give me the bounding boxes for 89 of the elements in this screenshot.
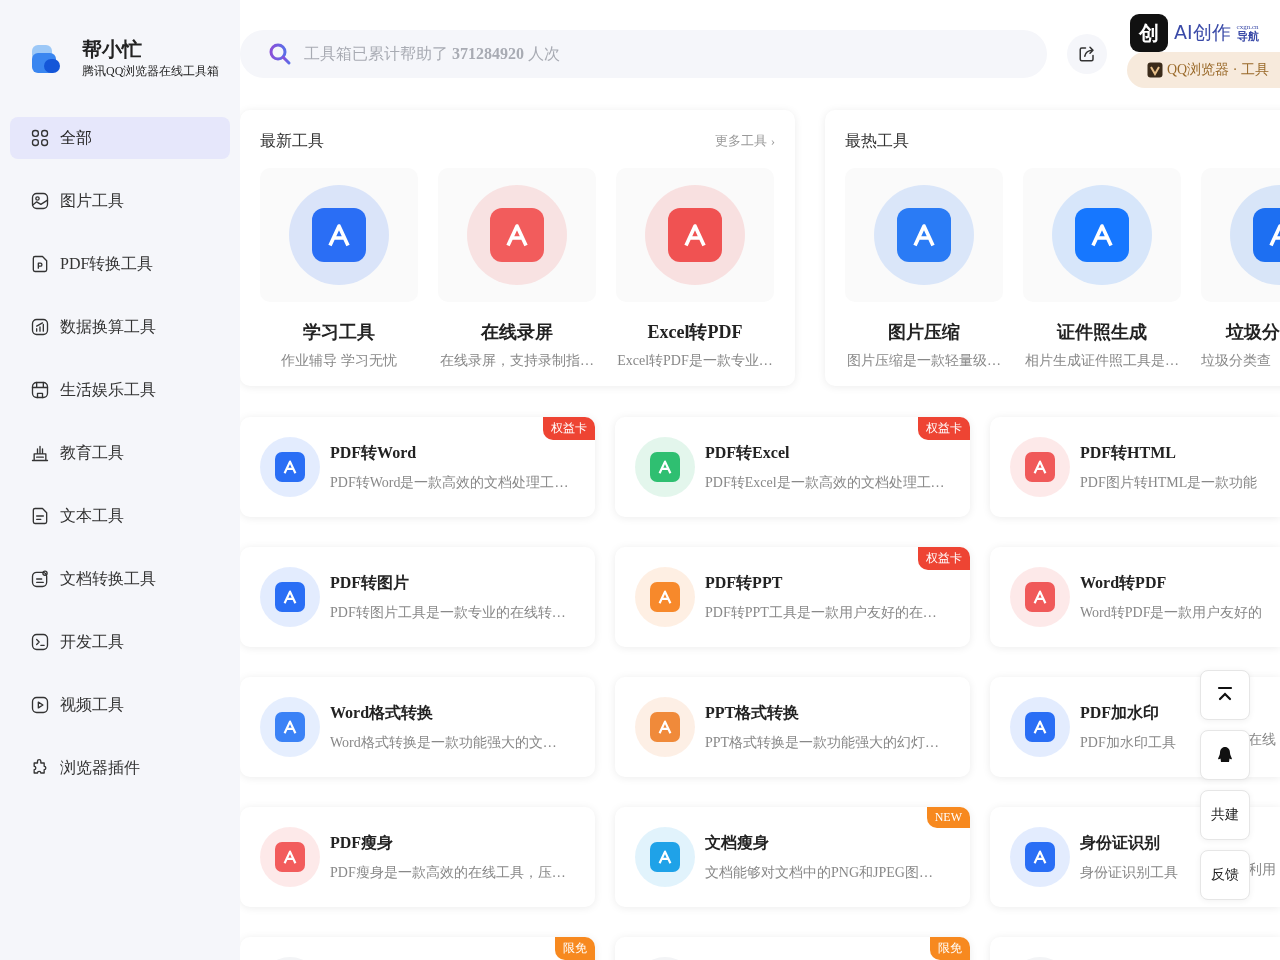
category-icon [30,695,50,715]
tool-title: PDF转Word [330,442,418,463]
tool-tile[interactable] [1023,168,1181,302]
sidebar-item[interactable]: 数据换算工具 [10,306,230,348]
tool-title: 垃圾分 [1226,321,1280,344]
tool-description: 作业辅导 学习无忧 [281,352,397,370]
tool-description: PDF转PPT工具是一款用户友好的在… [705,603,937,622]
tool-title: PPT格式转换 [705,702,801,723]
sidebar-item[interactable]: 文本工具 [10,495,230,537]
tool-description: PDF转图片工具是一款专业的在线转… [330,603,566,622]
tool-tile[interactable] [260,168,418,302]
ad-title: AI创作 [1174,20,1231,45]
ad-suffix: 导航 [1236,31,1259,42]
promo-pill[interactable]: QQ浏览器 · 工具 [1127,52,1280,88]
tool-tag: 权益卡 [543,417,595,440]
logo-icon [30,42,62,75]
tool-tag: 权益卡 [918,417,970,440]
tool-title: Word格式转换 [330,702,435,723]
vip-icon [1147,62,1163,78]
tool-description: PDF转Excel是一款高效的文档处理工… [705,473,945,492]
panel-title: 最热工具 [845,130,909,151]
search-icon [268,42,292,66]
tool-description: Excel转PDF是一款专业… [617,352,773,370]
category-icon [30,254,50,274]
tool-description: PDF转Word是一款高效的文档处理工… [330,473,569,492]
category-icon [30,569,50,589]
tool-title: 在线录屏 [481,321,553,344]
tool-tile[interactable] [616,168,774,302]
panel-title: 最新工具 [260,130,324,151]
sidebar-item[interactable]: 教育工具 [10,432,230,474]
category-icon [30,506,50,526]
tool-tag: NEW [926,807,970,828]
tool-title: 身份证识别 [1080,832,1161,853]
app-subtitle: 腾讯QQ浏览器在线工具箱 [82,63,220,80]
tool-description: PDF瘦身是一款高效的在线工具，压… [330,863,566,882]
tool-title: 文档瘦身 [705,832,770,853]
tool-description: 在线 [1248,731,1276,749]
category-icon [30,128,50,148]
tool-description: Word格式转换是一款功能强大的文… [330,733,557,752]
tool-description: 文档能够对文档中的PNG和JPEG图… [705,863,933,882]
tool-title: 学习工具 [303,321,375,344]
tool-description: PDF加水印工具 [1080,733,1176,752]
tool-title: PDF瘦身 [330,832,395,853]
tool-description: 垃圾分类查 [1201,352,1271,370]
category-icon [30,191,50,211]
sidebar-item[interactable]: 图片工具 [10,180,230,222]
tool-tag: 权益卡 [918,547,970,570]
share-icon [1078,45,1096,63]
sidebar-item[interactable]: 视频工具 [10,684,230,726]
tool-title: Excel转PDF [647,321,743,344]
penguin-icon [1217,746,1233,764]
tool-title: PDF转图片 [330,572,411,593]
tool-tag: 限免 [930,937,970,960]
tool-title: PDF转PPT [705,572,784,593]
tool-tile[interactable] [845,168,1003,302]
app-title: 帮小忙 [82,37,143,61]
category-icon [30,317,50,337]
tool-tag: 限免 [555,937,595,960]
tool-title: PDF转Excel [705,442,791,463]
tool-description: 在线录屏，支持录制指… [440,352,594,370]
qq-button[interactable] [1200,730,1250,780]
tool-description: 图片压缩是一款轻量级… [847,352,1001,370]
category-icon [30,443,50,463]
promo-text: QQ浏览器 · 工具 [1167,61,1269,79]
sidebar-item[interactable]: 生活娱乐工具 [10,369,230,411]
tool-description: 身份证识别工具 [1080,863,1178,882]
share-button[interactable] [1067,34,1107,74]
tool-description: PDF图片转HTML是一款功能 [1080,473,1258,492]
sidebar-item[interactable]: 全部 [10,117,230,159]
tool-title: 图片压缩 [888,321,960,344]
sidebar-item[interactable]: 浏览器插件 [10,747,230,789]
tool-description: PPT格式转换是一款功能强大的幻灯… [705,733,940,752]
search-placeholder: 工具箱已累计帮助了 371284920 人次 [304,43,560,64]
float-button[interactable]: 共建 [1200,790,1250,840]
tool-title: Word转PDF [1080,572,1168,593]
sidebar-item[interactable]: 文档转换工具 [10,558,230,600]
sidebar-item[interactable]: 开发工具 [10,621,230,663]
category-icon [30,632,50,652]
tool-title: PDF加水印 [1080,702,1161,723]
sidebar-item[interactable]: PDF转换工具 [10,243,230,285]
tool-tile[interactable] [438,168,596,302]
tool-title: 证件照生成 [1057,321,1147,344]
tool-title: PDF转HTML [1080,442,1177,463]
tool-description: 相片生成证件照工具是… [1025,352,1179,370]
category-icon [30,380,50,400]
tool-description: Word转PDF是一款用户友好的 [1080,603,1263,622]
back-to-top-button[interactable] [1200,670,1250,720]
float-button[interactable]: 反馈 [1200,850,1250,900]
ad-logo[interactable]: 创 [1130,14,1168,52]
